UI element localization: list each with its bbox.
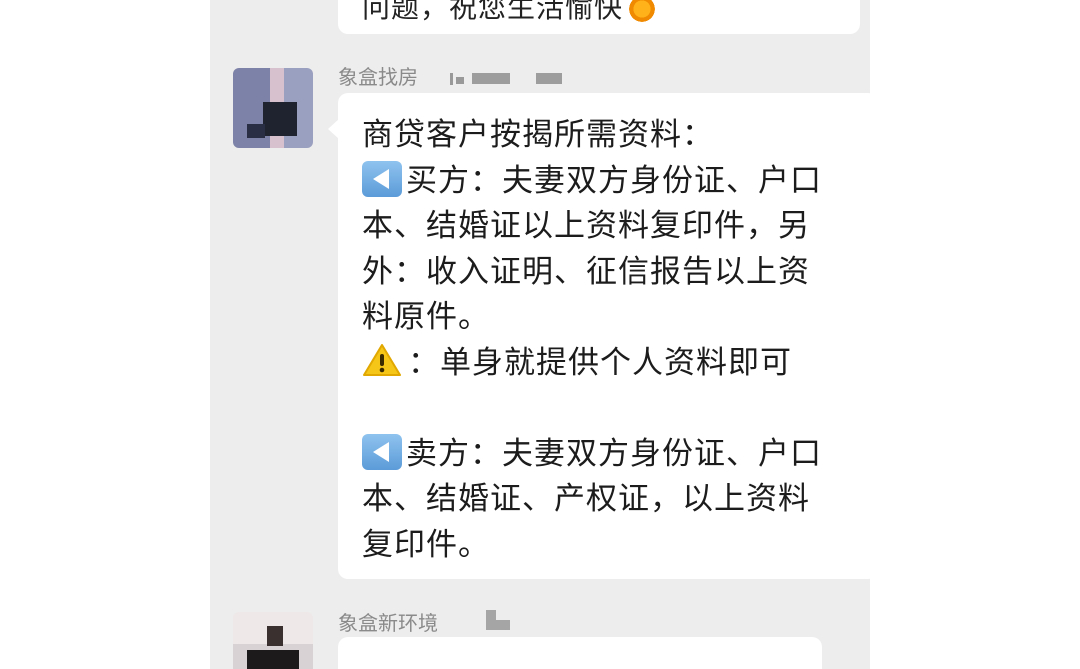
arrow-left-icon — [362, 433, 402, 470]
message-line: 本、结婚证以上资料复印件，另 — [362, 208, 810, 244]
message-bubble[interactable]: 商贷客户按揭所需资料： 买方：夫妻双方身份证、户口 本、结婚证以上资料复印件，另… — [328, 93, 870, 579]
redacted-name-suffix — [496, 620, 510, 630]
chat-window: 问题，祝您生活愉快 象盒找房 商贷客户按揭所需资料： 买方：夫妻双方身份证、户口… — [210, 0, 870, 669]
message-line: 复印件。 — [362, 526, 490, 563]
message-line: 外：收入证明、征信报告以上资 — [362, 253, 810, 290]
message-text: 商贷客户按揭所需资料： 买方：夫妻双方身份证、户口 本、结婚证以上资料复印件，另… — [362, 113, 862, 568]
avatar[interactable] — [233, 612, 313, 669]
message-line: 卖方：夫妻双方身份证、户口 — [362, 432, 862, 478]
message-bubble[interactable] — [338, 637, 822, 669]
redacted-name-suffix — [450, 73, 453, 85]
message-text: 问题，祝您生活愉快 — [362, 0, 658, 26]
sun-emoji-icon — [627, 0, 658, 24]
redacted-name-suffix — [536, 73, 562, 84]
message-bubble-previous[interactable]: 问题，祝您生活愉快 — [338, 0, 860, 34]
message-line: 料原件。 — [362, 299, 490, 335]
arrow-left-icon — [362, 160, 402, 197]
redacted-name-suffix — [456, 77, 464, 84]
warning-icon — [362, 343, 402, 377]
sender-name: 象盒新环境 — [338, 611, 438, 635]
message-line-empty — [362, 386, 862, 432]
redacted-name-suffix — [472, 73, 510, 84]
message-line: 本、结婚证、产权证，以上资料 — [362, 481, 810, 517]
redacted-name-suffix — [486, 610, 496, 630]
message-line: ：单身就提供个人资料即可 — [362, 341, 862, 387]
avatar[interactable] — [233, 68, 313, 148]
sender-name: 象盒找房 — [338, 65, 418, 89]
message-line: 商贷客户按揭所需资料： — [362, 117, 714, 153]
message-line: 买方：夫妻双方身份证、户口 — [362, 159, 862, 205]
